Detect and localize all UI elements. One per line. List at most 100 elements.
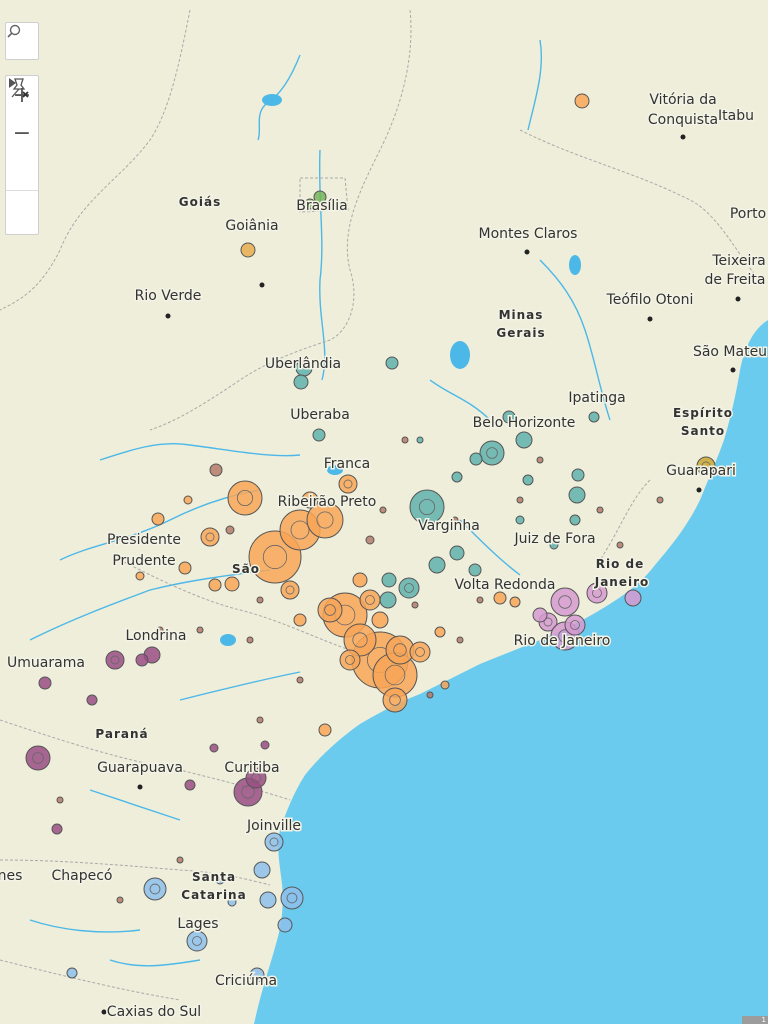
bubble-mg[interactable] [568, 486, 586, 504]
bubble-mg[interactable] [569, 514, 581, 526]
bubble-small[interactable] [296, 676, 304, 684]
bubble-sp[interactable] [135, 571, 145, 581]
bubble-small[interactable] [596, 506, 604, 514]
bubble-pr[interactable] [209, 743, 219, 753]
bubble-mg[interactable] [428, 556, 446, 574]
bubble-mg[interactable] [416, 436, 424, 444]
search-control[interactable] [5, 22, 39, 60]
bubble-sc[interactable] [253, 861, 271, 879]
bubble-sp[interactable] [339, 649, 361, 671]
bubble-small[interactable] [246, 636, 254, 644]
bubble-pr[interactable] [51, 823, 63, 835]
map-view[interactable]: Vitória da Conquista Itabu Goiás Brasília Goi… [0, 0, 768, 1024]
bubble-pr[interactable] [105, 650, 125, 670]
bubble-rj[interactable] [624, 589, 642, 607]
bubble-sc[interactable] [259, 891, 277, 909]
search-icon[interactable] [6, 23, 38, 57]
bubble-sp[interactable] [293, 613, 307, 627]
bubble-rj[interactable] [532, 607, 548, 623]
bubble-mg[interactable] [312, 428, 326, 442]
bubble-small[interactable] [536, 456, 544, 464]
bubble-mg[interactable] [398, 577, 420, 599]
map-label-montes_claros: Montes Claros [479, 226, 578, 242]
map-label-uberaba: Uberaba [290, 407, 350, 423]
bubble-mg[interactable] [379, 591, 397, 609]
bubble-small[interactable] [476, 596, 484, 604]
bubble-small[interactable] [225, 525, 235, 535]
bubble-sc[interactable] [280, 886, 304, 910]
bubble-small[interactable] [56, 796, 64, 804]
expand-toolbar-button[interactable] [6, 78, 38, 229]
bubble-sp[interactable] [509, 596, 521, 608]
bubble-small[interactable] [256, 596, 264, 604]
bubble-sp[interactable] [352, 572, 368, 588]
bubble-sp[interactable] [208, 578, 222, 592]
bubble-sc[interactable] [277, 917, 293, 933]
bubble-small[interactable] [516, 496, 524, 504]
bubble-small[interactable] [116, 896, 124, 904]
bubble-sp[interactable] [371, 611, 389, 629]
bubble-rj[interactable] [564, 614, 586, 636]
bubble-mg[interactable] [522, 474, 534, 486]
bubble-pr[interactable] [25, 745, 51, 771]
map-label-joinville: Joinville [246, 818, 301, 834]
zoom-out-button[interactable]: − [6, 114, 38, 152]
bubble-pr[interactable] [86, 694, 98, 706]
bubble-sp[interactable] [183, 495, 193, 505]
map-canvas[interactable]: Vitória da Conquista ItabuGoiás BrasíliaGoi… [0, 0, 768, 1024]
bubble-small[interactable] [616, 541, 624, 549]
map-label-belo_horizonte: Belo Horizonte [473, 415, 576, 431]
bubble-small[interactable] [379, 506, 387, 514]
bubble-small[interactable] [656, 496, 664, 504]
map-label-ribeirao_preto: Ribeirão Preto [278, 494, 377, 510]
bubble-mg[interactable] [469, 452, 483, 466]
bubble-sc[interactable] [264, 832, 284, 852]
bubble-sp[interactable] [493, 591, 507, 605]
bubble-small[interactable] [401, 436, 409, 444]
bubble-sc[interactable] [143, 877, 167, 901]
bubble-sc[interactable] [66, 967, 78, 979]
bubble-small[interactable] [365, 535, 375, 545]
bubble-mg[interactable] [451, 471, 463, 483]
bubble-sp[interactable] [227, 480, 263, 516]
bubble-mg[interactable] [293, 374, 309, 390]
bubble-mg[interactable] [588, 411, 600, 423]
bubble-sp[interactable] [318, 723, 332, 737]
bubble-ba[interactable] [574, 93, 590, 109]
bubble-mg[interactable] [385, 356, 399, 370]
bubble-mg[interactable] [479, 440, 505, 466]
bubble-sp[interactable] [359, 589, 381, 611]
bubble-sp[interactable] [200, 527, 220, 547]
bubble-small[interactable] [456, 636, 464, 644]
bubble-sp[interactable] [317, 597, 343, 623]
bubble-small[interactable] [411, 601, 419, 609]
bubble-mg[interactable] [468, 563, 482, 577]
bubble-sc[interactable] [186, 930, 208, 952]
bubble-mg[interactable] [571, 468, 585, 482]
unpin-map-button[interactable] [6, 78, 38, 190]
bubble-pr[interactable] [260, 740, 270, 750]
bubble-sp[interactable] [440, 680, 450, 690]
bubble-small[interactable] [176, 856, 184, 864]
bubble-sp[interactable] [280, 580, 300, 600]
bubble-sp[interactable] [409, 641, 431, 663]
bubble-pr[interactable] [135, 653, 149, 667]
bubble-sp[interactable] [178, 561, 192, 575]
bubble-mg[interactable] [515, 515, 525, 525]
bubble-pr[interactable] [184, 779, 196, 791]
bubble-sp[interactable] [224, 576, 240, 592]
bubble-small[interactable] [256, 716, 264, 724]
bubble-sp[interactable] [382, 687, 408, 713]
bubble-go[interactable] [240, 242, 256, 258]
bubble-mg[interactable] [381, 572, 397, 588]
bubble-small[interactable] [196, 626, 204, 634]
map-label-ipatinga: Ipatinga [568, 390, 625, 406]
bubble-sp[interactable] [434, 626, 446, 638]
bubble-mg[interactable] [449, 545, 465, 561]
bubble-mg[interactable] [515, 431, 533, 449]
bubble-sp[interactable] [338, 474, 358, 494]
bubble-small[interactable] [426, 691, 434, 699]
bubble-pr[interactable] [38, 676, 52, 690]
bubble-small[interactable] [209, 463, 223, 477]
bubble-sp[interactable] [151, 512, 165, 526]
